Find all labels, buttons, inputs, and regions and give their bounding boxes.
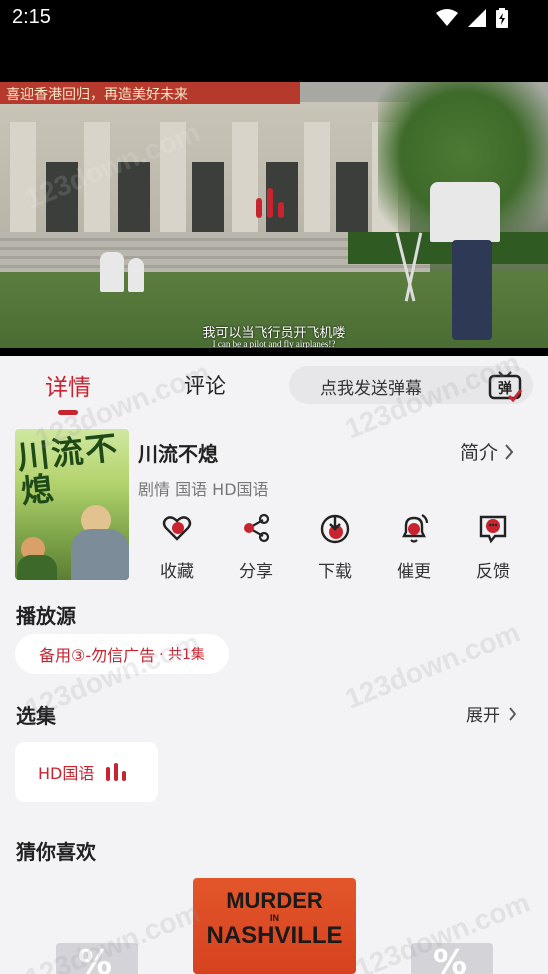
remind-update-label: 催更 [397, 562, 431, 582]
share-icon [244, 513, 270, 543]
favorite-label: 收藏 [160, 562, 194, 582]
feedback-button[interactable]: 反馈 [463, 512, 523, 582]
bell-icon [402, 514, 429, 543]
tab-comments[interactable]: 评论 [184, 370, 226, 400]
favorite-button[interactable]: 收藏 [147, 512, 207, 582]
play-source-heading: 播放源 [16, 604, 76, 628]
recommend-card-line3: NASHVILLE [206, 922, 343, 949]
expand-episodes-button[interactable]: 展开 [466, 701, 517, 726]
recommend-heading: 猜你喜欢 [16, 840, 96, 864]
recommend-card-line1: MURDER [226, 888, 323, 913]
play-source-chip[interactable]: 备用③-勿信广告 · 共1集 [15, 634, 229, 674]
feedback-label: 反馈 [476, 562, 510, 582]
battery-icon [496, 8, 508, 28]
chevron-right-icon [509, 706, 517, 721]
subtitle-english: I can be a pilot and fly airplanes!? [212, 339, 336, 348]
chevron-right-icon [505, 443, 514, 460]
recommend-placeholder-card[interactable]: % [411, 943, 493, 974]
danmaku-placeholder: 点我发送弹幕 [320, 379, 422, 399]
poster-figure [71, 529, 129, 580]
video-person [100, 252, 124, 292]
recommend-card[interactable]: MURDER IN NASHVILLE [193, 878, 356, 974]
movie-poster[interactable]: 川流不熄 [15, 429, 129, 580]
video-banner: 喜迎香港回归，再造美好未来 [0, 82, 300, 104]
download-label: 下载 [318, 562, 352, 582]
playing-indicator-icon [106, 763, 127, 781]
intro-label: 简介 [460, 442, 499, 464]
status-time: 2:15 [12, 6, 51, 28]
wifi-icon [436, 9, 458, 26]
video-player[interactable]: 喜迎香港回归，再造美好未来 我可以当飞行员开飞机喽 I can be a pil… [0, 36, 548, 356]
movie-title: 川流不熄 [138, 442, 218, 466]
danmaku-input[interactable]: 点我发送弹幕 弹 [289, 366, 533, 404]
signal-icon [468, 9, 486, 27]
detail-tabs: 详情 评论 点我发送弹幕 弹 [0, 356, 548, 416]
status-bar: 2:15 [0, 0, 548, 36]
tab-details[interactable]: 详情 [45, 368, 91, 402]
status-icons [436, 8, 508, 28]
poster-figure [17, 555, 57, 580]
download-icon [320, 514, 350, 544]
danmaku-tv-icon[interactable]: 弹 [487, 368, 523, 402]
download-button[interactable]: 下载 [305, 512, 365, 582]
poster-title: 川流不熄 [15, 429, 121, 511]
episode-label: HD国语 [38, 764, 95, 783]
placeholder-glyph: % [433, 943, 468, 974]
source-episode-count: · 共1集 [159, 647, 205, 663]
placeholder-glyph: % [78, 943, 113, 974]
source-name: 备用③-勿信广告 [39, 646, 156, 665]
recommend-placeholder-card[interactable]: % [56, 943, 138, 974]
loading-indicator-icon [256, 188, 284, 218]
video-person [128, 258, 144, 292]
video-building [0, 102, 410, 272]
active-tab-indicator [58, 410, 78, 415]
intro-link[interactable]: 简介 [460, 438, 514, 465]
heart-icon [162, 516, 192, 541]
danmaku-icon-char: 弹 [498, 380, 512, 397]
episode-item[interactable]: HD国语 [15, 742, 158, 802]
episodes-heading: 选集 [16, 704, 56, 728]
share-label: 分享 [239, 562, 273, 582]
share-button[interactable]: 分享 [226, 512, 286, 582]
remind-update-button[interactable]: 催更 [384, 512, 444, 582]
feedback-icon [479, 515, 507, 544]
video-person [430, 182, 500, 242]
movie-meta: 剧情 国语 HD国语 [138, 480, 269, 499]
expand-label: 展开 [466, 706, 500, 726]
